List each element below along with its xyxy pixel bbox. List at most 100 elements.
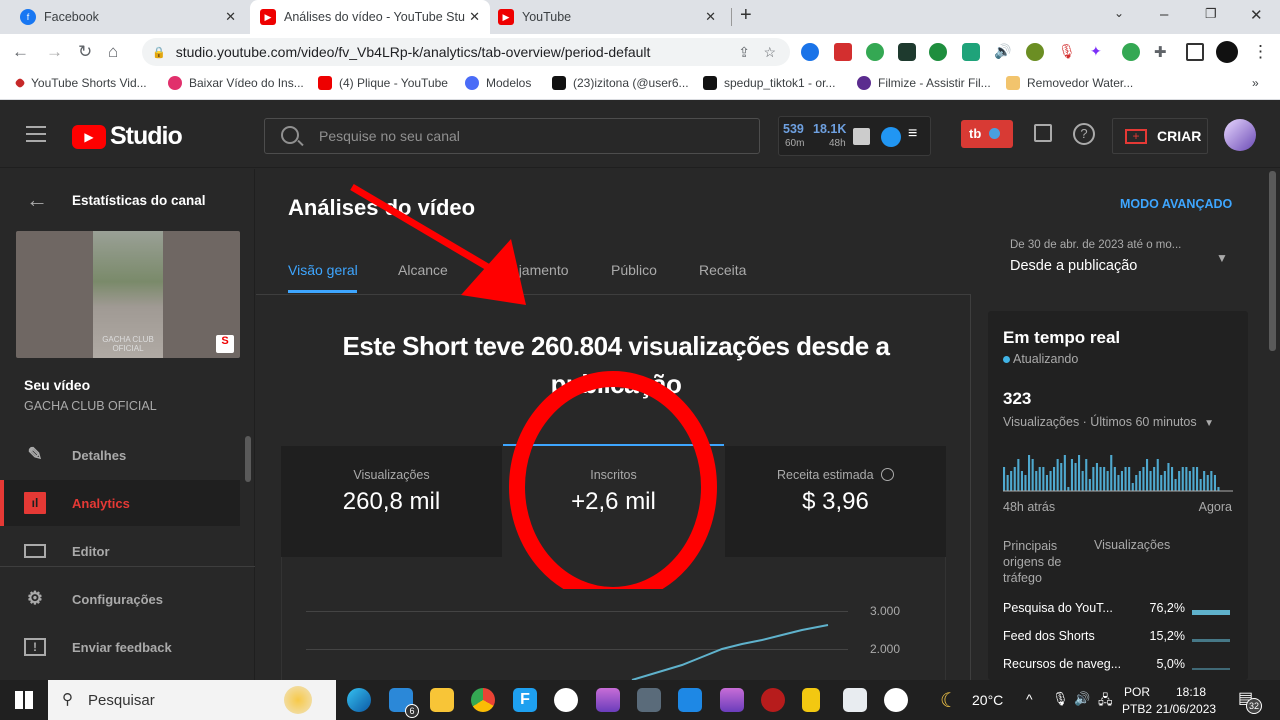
extension-icon[interactable] (866, 43, 884, 61)
bookmark-item[interactable]: (23)izitona (@user6... (552, 76, 689, 90)
snipping-tool-icon[interactable] (761, 688, 785, 712)
power-bi-icon[interactable] (802, 688, 820, 712)
page-scrollbar-track[interactable] (1266, 169, 1280, 680)
windows-start-icon[interactable] (15, 691, 33, 709)
chrome-icon[interactable] (471, 688, 495, 712)
profile-avatar[interactable] (1216, 41, 1238, 63)
sidebar-item-settings[interactable]: ⚙ Configurações (0, 576, 240, 622)
tab-youtube-studio[interactable]: ▶ Análises do vídeo - YouTube Stu ✕ (250, 0, 490, 34)
account-avatar[interactable] (1224, 119, 1256, 151)
side-panel-icon[interactable] (1186, 43, 1204, 61)
advanced-mode-button[interactable]: MODO AVANÇADO (1120, 197, 1232, 211)
forward-icon[interactable]: → (46, 42, 63, 62)
clock-time[interactable]: 18:18 (1176, 685, 1206, 699)
mail-icon[interactable]: 6 (389, 688, 419, 718)
bookmark-item[interactable]: spedup_tiktok1 - or... (703, 76, 835, 90)
bookmark-item[interactable]: (4) Plique - YouTube (318, 76, 448, 90)
bookmark-item[interactable]: Removedor Water... (1006, 76, 1133, 90)
traffic-source-row[interactable]: Feed dos Shorts 15,2% (1003, 629, 1230, 643)
microphone-icon[interactable]: 🎙 (1052, 691, 1069, 707)
extension-icon[interactable] (801, 43, 819, 61)
realtime-stats-widget[interactable]: 539 60m 18.1K 48h ≡ (778, 116, 931, 156)
page-scrollbar-thumb[interactable] (1269, 171, 1276, 351)
create-button[interactable]: + CRIAR (1112, 118, 1208, 154)
tab-youtube[interactable]: ▶ YouTube ✕ (490, 0, 726, 34)
sidebar-item-analytics[interactable]: ıl Analytics (0, 480, 240, 526)
volume-icon[interactable]: 🔊 (1074, 691, 1090, 707)
taskbar-search[interactable]: ⚲ Pesquisar (48, 680, 336, 720)
minimize-button[interactable]: – (1160, 6, 1168, 23)
file-explorer-icon[interactable] (430, 688, 454, 712)
comments-icon[interactable] (1034, 124, 1052, 142)
app-icon[interactable]: F (513, 688, 537, 712)
address-bar[interactable]: 🔒 studio.youtube.com/video/fv_Vb4LRp-k/a… (142, 38, 790, 66)
video-thumbnail[interactable]: GACHA CLUB OFICIAL S (16, 231, 240, 358)
sparkline (1192, 639, 1230, 642)
traffic-source-row[interactable]: Pesquisa do YouT... 76,2% (1003, 601, 1230, 615)
bookmark-item[interactable]: Baixar Vídeo do Ins... (168, 76, 304, 90)
close-tab-icon[interactable]: ✕ (225, 9, 236, 25)
tab-search-icon[interactable]: ⌄ (1114, 6, 1124, 20)
realtime-metric-dropdown[interactable]: Visualizações · Últimos 60 minutos ▼ (1003, 415, 1214, 429)
app-icon[interactable] (843, 688, 867, 712)
menu-lines-icon[interactable]: ≡ (908, 125, 917, 143)
realtime-bar (1217, 487, 1220, 491)
puzzle-icon[interactable]: ✚ (1154, 43, 1172, 61)
dollar-extension-icon[interactable] (929, 43, 947, 61)
vscode-icon[interactable] (678, 688, 702, 712)
extension-icon[interactable] (898, 43, 916, 61)
whatsapp-icon[interactable] (884, 688, 908, 712)
extension-icon[interactable] (1026, 43, 1044, 61)
tubebuddy-button[interactable]: tb (961, 120, 1013, 148)
back-arrow-icon[interactable]: ← (26, 187, 48, 213)
channel-analytics-link[interactable]: Estatísticas do canal (72, 193, 206, 208)
extension-icon[interactable] (962, 43, 980, 61)
tubebuddy-extension-icon[interactable] (834, 43, 852, 61)
vidiq-icon[interactable] (881, 127, 901, 147)
sidebar-scrollbar[interactable] (245, 436, 251, 482)
star-icon[interactable]: ☆ (763, 44, 776, 61)
calculator-icon[interactable] (637, 688, 661, 712)
reload-icon[interactable]: ↻ (78, 42, 92, 62)
network-icon[interactable]: 🖧 (1098, 691, 1113, 713)
back-icon[interactable]: ← (12, 42, 29, 62)
tab-facebook[interactable]: f Facebook ✕ (10, 0, 246, 34)
restore-button[interactable]: ❐ (1205, 6, 1217, 22)
speaker-icon[interactable]: 🔊 (994, 43, 1012, 61)
microphone-icon[interactable]: 🎙 (1058, 43, 1076, 61)
close-tab-icon[interactable]: ✕ (469, 9, 480, 25)
bookmark-item[interactable]: Modelos (465, 76, 531, 90)
channel-search-input[interactable]: Pesquise no seu canal (264, 118, 760, 154)
home-icon[interactable]: ⌂ (108, 42, 118, 62)
sidebar-item-details[interactable]: ✎ Detalhes (0, 432, 240, 478)
clipchamp-icon[interactable] (596, 688, 620, 712)
close-tab-icon[interactable]: ✕ (705, 9, 716, 25)
new-tab-button[interactable]: + (740, 4, 752, 27)
date-range-selector[interactable]: De 30 de abr. de 2023 até o mo... Desde … (1010, 237, 1234, 281)
clock-date[interactable]: 21/06/2023 (1156, 702, 1216, 716)
sidebar-item-feedback[interactable]: ! Enviar feedback (0, 624, 240, 670)
url-text[interactable]: studio.youtube.com/video/fv_Vb4LRp-k/ana… (176, 44, 651, 60)
temperature[interactable]: 20°C (972, 692, 1003, 708)
sparkle-icon[interactable]: ✦ (1090, 43, 1108, 61)
moon-weather-icon[interactable]: ☾ (940, 688, 958, 713)
menu-icon[interactable]: ⋮ (1252, 42, 1269, 62)
language-indicator[interactable]: POR (1124, 685, 1150, 699)
sidebar: ← Estatísticas do canal GACHA CLUB OFICI… (0, 169, 255, 680)
close-window-button[interactable]: ✕ (1250, 6, 1263, 24)
obs-icon[interactable] (554, 688, 578, 712)
share-icon[interactable]: ⇪ (738, 44, 750, 61)
traffic-source-row[interactable]: Recursos de naveg... 5,0% (1003, 657, 1230, 671)
extension-icon[interactable] (1122, 43, 1140, 61)
edge-icon[interactable] (347, 688, 371, 712)
stats-chart-icon[interactable] (853, 128, 870, 145)
chevron-up-icon[interactable]: ^ (1026, 691, 1033, 707)
help-icon[interactable]: ? (1073, 123, 1095, 145)
bookmark-item[interactable]: YouTube Shorts Vid... (14, 76, 147, 90)
bookmark-item[interactable]: Filmize - Assistir Fil... (857, 76, 991, 90)
clipchamp-icon[interactable] (720, 688, 744, 712)
more-bookmarks-button[interactable]: » (1252, 76, 1259, 90)
sidebar-item-editor[interactable]: Editor (0, 528, 240, 574)
studio-logo[interactable]: ▶ Studio (72, 122, 183, 151)
hamburger-menu-icon[interactable] (26, 126, 46, 142)
